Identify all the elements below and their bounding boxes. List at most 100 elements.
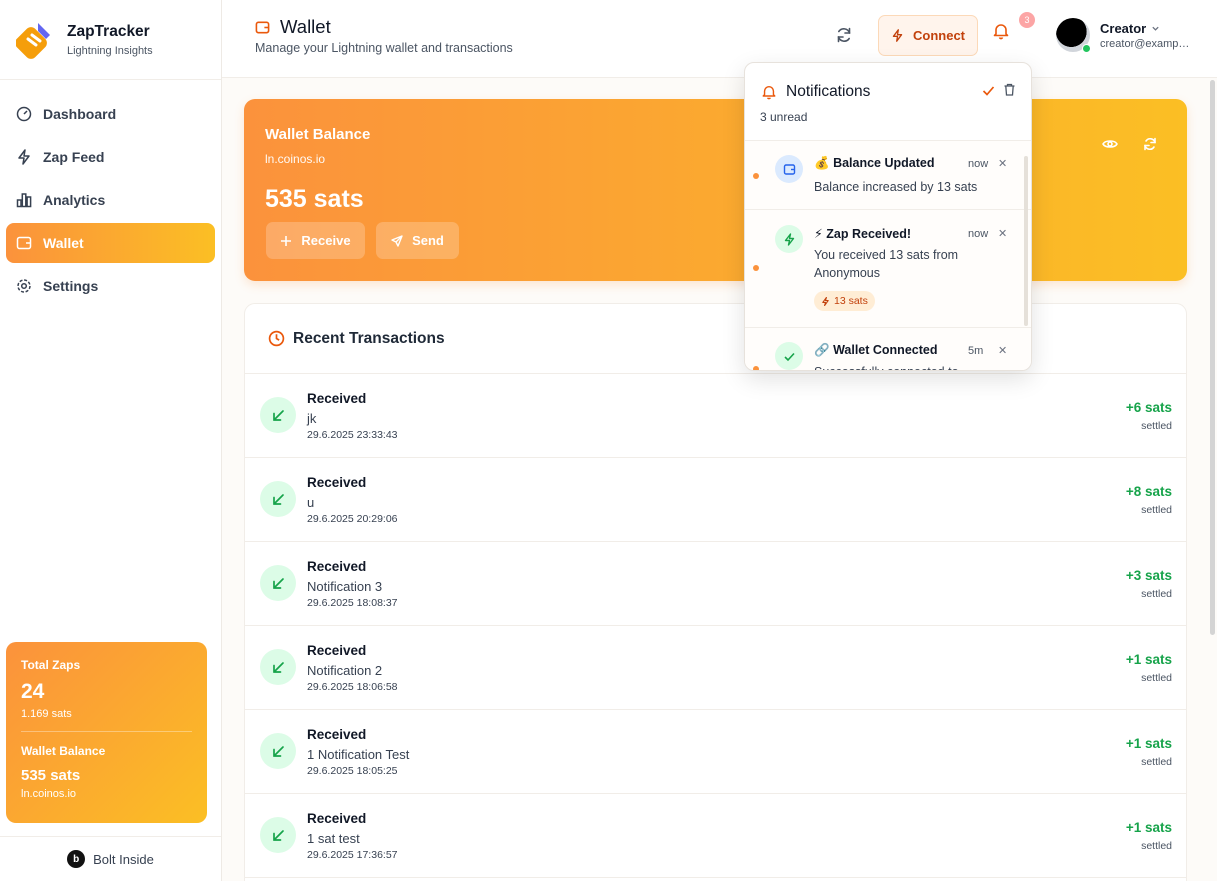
zap-icon xyxy=(822,296,829,306)
notifications-list: 💰 Balance Updated now ✕ Balance increased b… xyxy=(745,141,1031,370)
table-row[interactable]: Received 1 sat test 29.6.2025 17:36:57 +1 s… xyxy=(245,794,1186,878)
tx-type: Received xyxy=(307,475,367,490)
table-row[interactable]: Received 1 Notification Test 29.6.2025 18:… xyxy=(245,710,1186,794)
arrow-down-left-icon xyxy=(260,565,296,601)
wallet-card-provider: ln.coinos.io xyxy=(265,152,326,166)
zap-icon xyxy=(775,225,803,253)
wallet-balance-value: 535 sats xyxy=(21,767,81,784)
notification-item[interactable]: 🔗 Wallet Connected 5m ✕ Successfully connec… xyxy=(745,328,1031,370)
table-row[interactable]: Received u 29.6.2025 20:29:06 +8 sats settle… xyxy=(245,458,1186,542)
notifications-scrollbar[interactable] xyxy=(1024,156,1028,326)
table-row[interactable]: Received Notification 3 29.6.2025 18:08:37… xyxy=(245,542,1186,626)
notifications-title-text: Notifications xyxy=(786,83,871,100)
footer-label: Bolt Inside xyxy=(93,851,154,867)
sidebar-item-label: Wallet xyxy=(43,235,84,251)
tx-memo: u xyxy=(307,495,315,510)
arrow-down-left-icon xyxy=(260,397,296,433)
connect-label: Connect xyxy=(913,28,965,43)
sidebar-item-label: Zap Feed xyxy=(43,149,105,165)
transactions-header: Recent Transactions xyxy=(245,304,1186,374)
zap-icon xyxy=(18,149,30,165)
tx-date: 29.6.2025 17:36:57 xyxy=(307,849,398,861)
tx-status: settled xyxy=(1141,504,1172,516)
brand[interactable]: ZapTracker Lightning Insights xyxy=(0,0,221,80)
sidebar-item-zap-feed[interactable]: Zap Feed xyxy=(6,137,215,177)
trash-icon[interactable] xyxy=(1003,83,1016,96)
sidebar-stats-card: Total Zaps 24 1.169 sats Wallet Balance … xyxy=(6,642,207,823)
zap-icon xyxy=(892,29,903,42)
unread-dot xyxy=(753,265,759,271)
arrow-down-left-icon xyxy=(260,649,296,685)
send-icon xyxy=(391,234,403,247)
brand-name: ZapTracker xyxy=(67,22,150,40)
refresh-icon[interactable] xyxy=(834,25,854,45)
online-status-dot xyxy=(1082,44,1091,53)
gauge-icon xyxy=(16,106,32,122)
notification-item[interactable]: ⚡ Zap Received! now ✕ You received 13 sats … xyxy=(745,210,1031,328)
user-name: Creator xyxy=(1100,21,1147,36)
transactions-title: Recent Transactions xyxy=(293,329,445,347)
tx-memo: jk xyxy=(307,411,317,426)
brand-tagline: Lightning Insights xyxy=(67,44,153,57)
bell-icon[interactable] xyxy=(992,22,1010,40)
arrow-down-left-icon xyxy=(260,733,296,769)
unread-dot xyxy=(753,366,759,370)
stats-divider xyxy=(21,731,192,732)
gear-icon xyxy=(17,279,31,293)
sidebar-item-analytics[interactable]: Analytics xyxy=(6,180,215,220)
total-zaps-value: 24 xyxy=(21,680,45,703)
bolt-inside-footer[interactable]: b Bolt Inside xyxy=(0,836,221,881)
tx-status: settled xyxy=(1141,420,1172,432)
notification-item[interactable]: 💰 Balance Updated now ✕ Balance increased b… xyxy=(745,141,1031,210)
transactions-list: Received jk 29.6.2025 23:33:43 +6 sats settl… xyxy=(245,374,1186,878)
eye-icon[interactable] xyxy=(1102,136,1118,152)
unread-count: 3 unread xyxy=(760,110,808,124)
sidebar-item-dashboard[interactable]: Dashboard xyxy=(6,94,215,134)
tx-memo: 1 sat test xyxy=(307,831,360,846)
tx-amount: +1 sats xyxy=(1125,652,1172,667)
sidebar-item-wallet[interactable]: Wallet xyxy=(6,223,215,263)
tx-type: Received xyxy=(307,727,367,742)
total-zaps-sats: 1.169 sats xyxy=(21,708,72,720)
notification-count-badge: 3 xyxy=(1019,12,1035,28)
refresh-balance-icon[interactable] xyxy=(1142,136,1158,152)
tx-amount: +3 sats xyxy=(1125,568,1172,583)
sats-pill: 13 sats xyxy=(814,291,875,311)
arrow-down-left-icon xyxy=(260,481,296,517)
tx-amount: +8 sats xyxy=(1125,484,1172,499)
table-row[interactable]: Received Notification 2 29.6.2025 18:06:58… xyxy=(245,626,1186,710)
recent-transactions-card: Recent Transactions Received jk 29.6.2025 … xyxy=(244,303,1187,881)
page-scrollbar[interactable] xyxy=(1210,80,1215,635)
send-label: Send xyxy=(412,233,444,248)
page-subtitle: Manage your Lightning wallet and transac… xyxy=(255,41,513,55)
mark-all-read-icon[interactable] xyxy=(982,84,995,97)
user-menu[interactable]: Creator xyxy=(1100,21,1160,36)
close-icon[interactable]: ✕ xyxy=(998,157,1007,170)
tx-status: settled xyxy=(1141,840,1172,852)
receive-button[interactable]: Receive xyxy=(266,222,365,259)
wallet-icon xyxy=(775,155,803,183)
send-button[interactable]: Send xyxy=(376,222,459,259)
sidebar-nav: Dashboard Zap Feed Analytics Wallet Sett… xyxy=(0,80,221,306)
bell-icon xyxy=(762,85,776,100)
tx-amount: +1 sats xyxy=(1125,736,1172,751)
notification-title-text: Wallet Connected xyxy=(833,343,938,357)
tx-status: settled xyxy=(1141,756,1172,768)
page-title: Wallet xyxy=(255,16,331,38)
tx-date: 29.6.2025 18:06:58 xyxy=(307,681,398,693)
tx-memo: Notification 2 xyxy=(307,663,383,678)
close-icon[interactable]: ✕ xyxy=(998,344,1007,357)
notification-title: 💰 Balance Updated xyxy=(814,156,934,171)
check-circle-icon xyxy=(775,342,803,370)
wallet-icon xyxy=(255,21,270,33)
table-row[interactable]: Received jk 29.6.2025 23:33:43 +6 sats settl… xyxy=(245,374,1186,458)
plus-icon xyxy=(281,235,292,246)
notification-title-text: Balance Updated xyxy=(833,156,935,170)
sidebar-item-settings[interactable]: Settings xyxy=(6,266,215,306)
notification-time: 5m xyxy=(968,345,984,357)
wallet-provider: ln.coinos.io xyxy=(21,788,77,800)
page-title-text: Wallet xyxy=(280,16,331,37)
tx-amount: +1 sats xyxy=(1125,820,1172,835)
close-icon[interactable]: ✕ xyxy=(998,227,1007,240)
connect-button[interactable]: Connect xyxy=(878,15,978,56)
